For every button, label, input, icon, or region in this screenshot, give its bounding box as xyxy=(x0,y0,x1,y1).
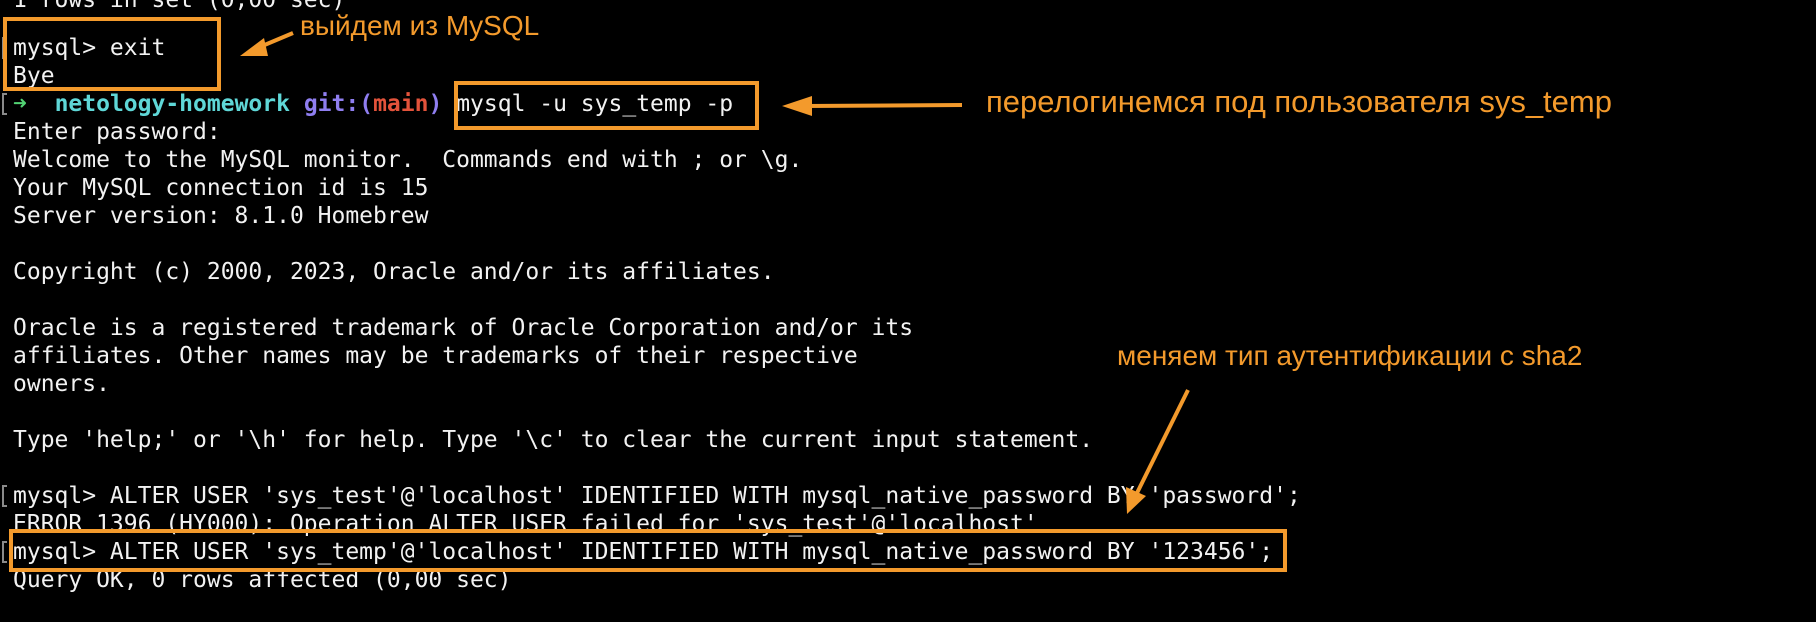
prompt-arrow-icon: ➜ xyxy=(13,91,27,117)
exit-arrow-icon xyxy=(240,31,294,56)
terminal-line-trademark-3: owners. xyxy=(13,371,110,397)
prompt-directory: netology-homework xyxy=(54,91,290,117)
prompt-git-label: git: xyxy=(303,91,360,117)
terminal-line-alter-sys-temp: mysql> ALTER USER 'sys_temp'@'localhost'… xyxy=(13,539,1274,565)
exit-annotation: выйдем из MySQL xyxy=(300,10,540,41)
terminal-line-help: Type 'help;' or '\h' for help. Type '\c'… xyxy=(13,427,1094,453)
line-marker xyxy=(2,485,7,507)
terminal-line-server-version: Server version: 8.1.0 Homebrew xyxy=(13,203,429,229)
terminal-line-alter-sys-test: mysql> ALTER USER 'sys_test'@'localhost'… xyxy=(13,483,1301,509)
prompt-paren-open: ( xyxy=(359,91,374,117)
prompt-branch: main xyxy=(373,91,429,117)
terminal-line-exit-command: mysql> exit xyxy=(13,35,166,61)
terminal-line-trademark-2: affiliates. Other names may be trademark… xyxy=(13,343,858,369)
terminal-line-welcome: Welcome to the MySQL monitor. Commands e… xyxy=(13,147,803,173)
line-marker xyxy=(2,541,7,563)
prompt-paren-close: ) xyxy=(428,91,443,117)
terminal-line-query-ok: Query OK, 0 rows affected (0,00 sec) xyxy=(13,567,512,593)
terminal-line-connection-id: Your MySQL connection id is 15 xyxy=(13,175,429,201)
terminal-line-error: ERROR 1396 (HY000): Operation ALTER USER… xyxy=(13,511,1038,537)
shell-command: mysql -u sys_temp -p xyxy=(456,91,734,117)
terminal-line-copyright: Copyright (c) 2000, 2023, Oracle and/or … xyxy=(13,259,775,285)
terminal-line-bye: Bye xyxy=(13,63,55,89)
line-marker xyxy=(2,93,7,115)
terminal-window[interactable]: 1 rows in set (0,00 sec) mysql> exit Bye… xyxy=(0,0,1816,622)
terminal-line-enter-password: Enter password: xyxy=(13,119,221,145)
auth-annotation: меняем тип аутентификации с sha2 xyxy=(1117,340,1583,371)
shell-prompt-line: ➜ netology-homework git:(main) mysql -u … xyxy=(13,90,733,118)
terminal-line-trademark-1: Oracle is a registered trademark of Orac… xyxy=(13,315,914,341)
line-marker xyxy=(2,37,7,59)
relogin-arrow-icon xyxy=(782,96,963,116)
terminal-line-previous-result: 1 rows in set (0,00 sec) xyxy=(13,0,346,13)
relogin-annotation: перелогинемся под пользователя sys_temp xyxy=(986,84,1612,119)
